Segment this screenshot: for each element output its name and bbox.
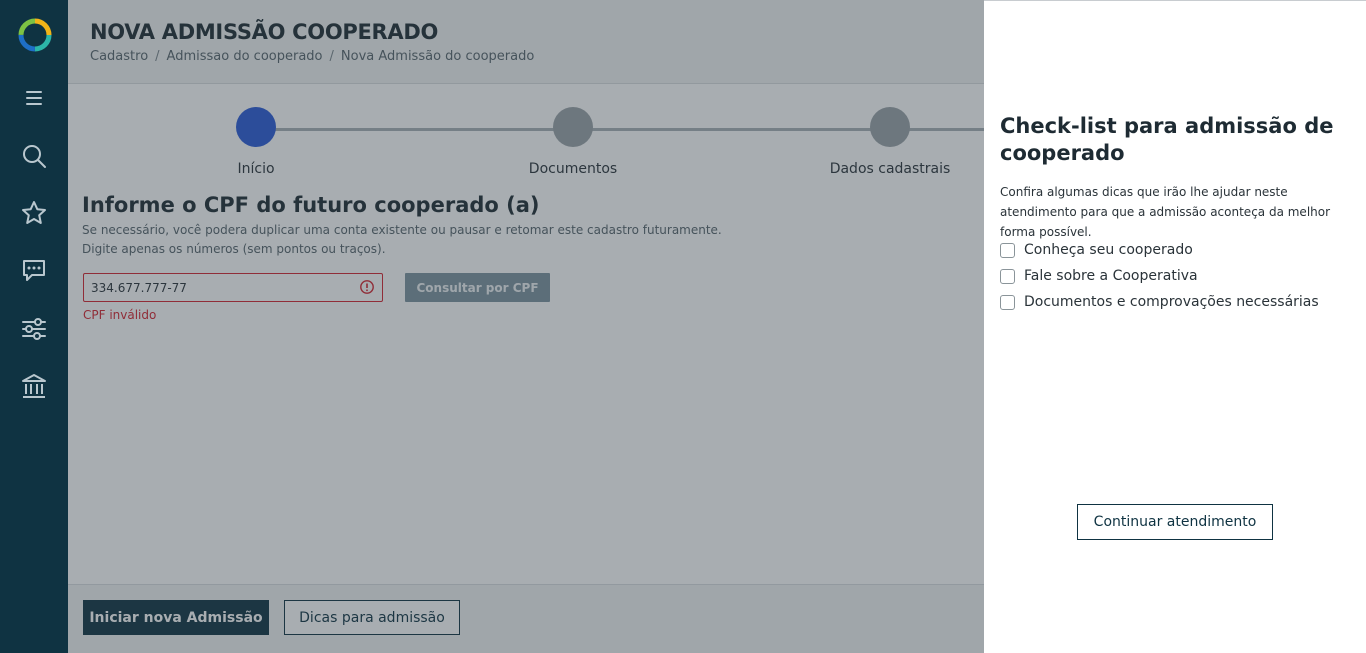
checklist-label: Fale sobre a Cooperativa (1024, 268, 1198, 284)
filters-icon[interactable] (20, 315, 48, 343)
chat-icon[interactable] (20, 256, 48, 284)
checkbox[interactable] (1000, 294, 1015, 310)
checklist-item[interactable]: Fale sobre a Cooperativa (1000, 263, 1319, 289)
checklist-label: Documentos e comprovações necessárias (1024, 294, 1319, 310)
logo-icon (17, 17, 53, 53)
search-icon[interactable] (20, 142, 48, 170)
sidebar (0, 0, 68, 653)
star-icon[interactable] (20, 199, 48, 227)
checklist-panel: Check-list para admissão de cooperado Co… (984, 0, 1366, 653)
modal-backdrop[interactable] (68, 0, 984, 653)
checklist-label: Conheça seu cooperado (1024, 242, 1193, 258)
continue-service-button[interactable]: Continuar atendimento (1077, 504, 1273, 540)
checklist-item[interactable]: Documentos e comprovações necessárias (1000, 289, 1319, 315)
checklist: Conheça seu cooperado Fale sobre a Coope… (1000, 237, 1319, 315)
checklist-item[interactable]: Conheça seu cooperado (1000, 237, 1319, 263)
bank-icon[interactable] (20, 372, 48, 400)
panel-title: Check-list para admissão de cooperado (1000, 114, 1334, 165)
panel-description: Confira algumas dicas que irão lhe ajuda… (1000, 185, 1331, 239)
menu-icon[interactable] (20, 84, 48, 112)
checkbox[interactable] (1000, 268, 1015, 284)
checkbox[interactable] (1000, 242, 1015, 258)
